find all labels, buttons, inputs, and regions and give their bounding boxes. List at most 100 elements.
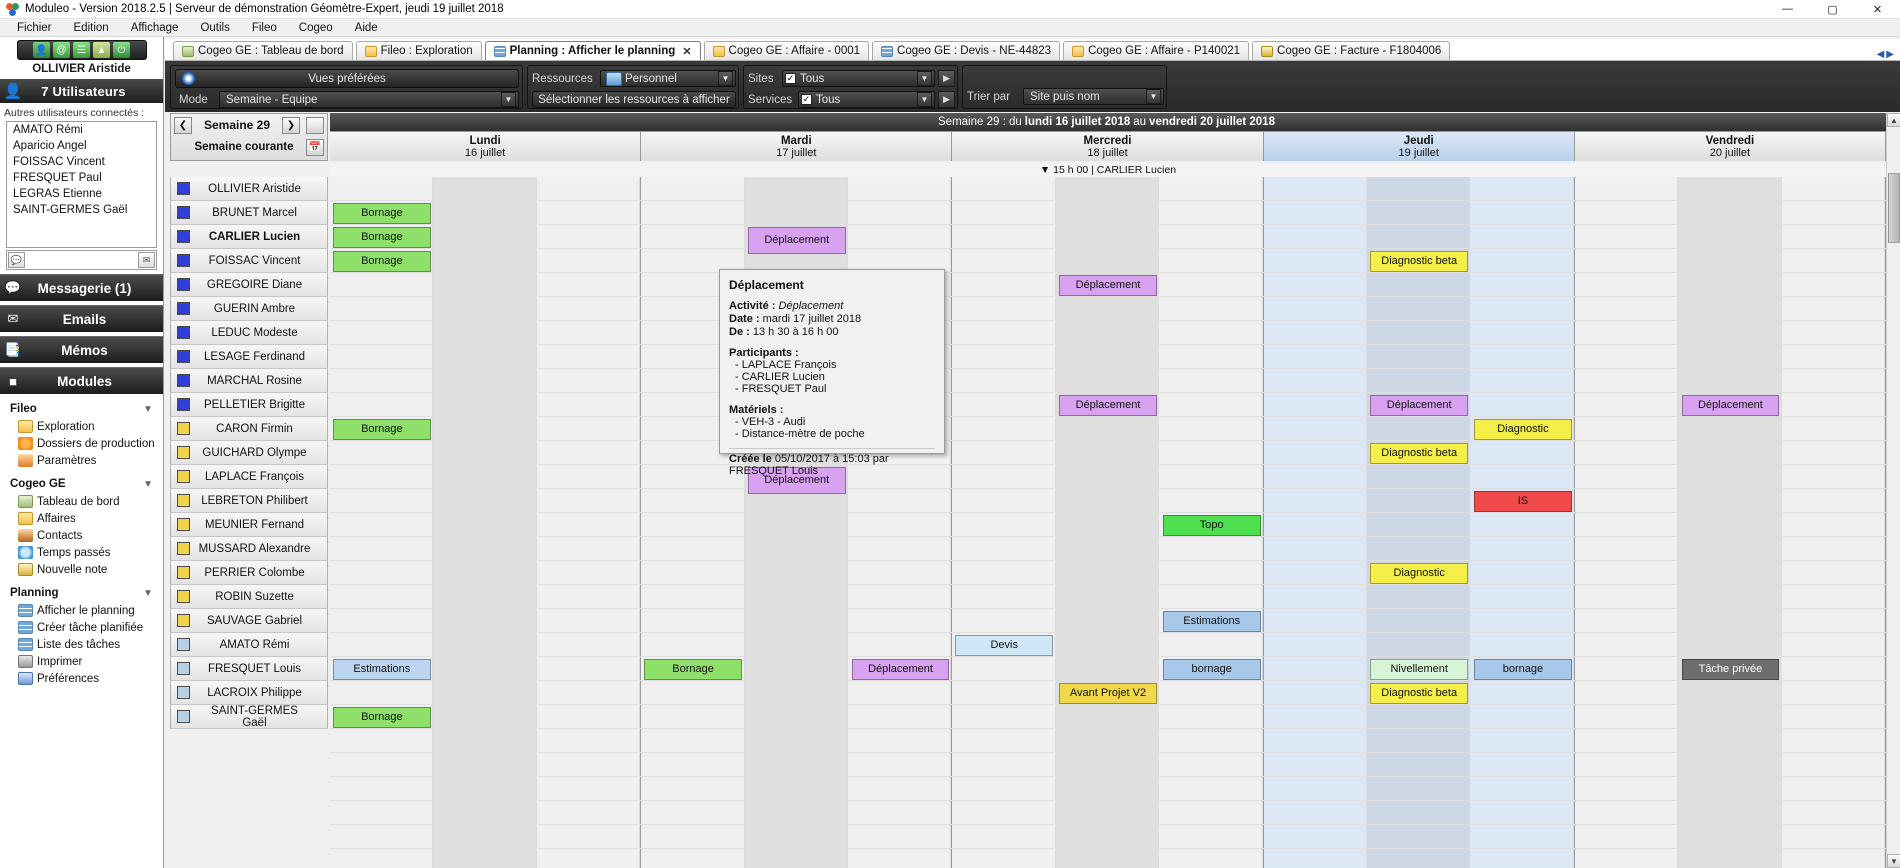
- sidebar-item-exploration[interactable]: Exploration: [0, 418, 163, 435]
- calendar-event[interactable]: Déplacement: [852, 659, 950, 680]
- resource-row[interactable]: BRUNET Marcel: [170, 201, 328, 225]
- tab-cogeo-facture-f1804006[interactable]: Cogeo GE : Facture - F1804006: [1252, 41, 1450, 60]
- sidebar-item-tableau-de-bord[interactable]: Tableau de bord: [0, 493, 163, 510]
- scrollbar-thumb[interactable]: [1888, 173, 1900, 243]
- power-icon[interactable]: ⏻: [113, 42, 130, 58]
- sites-checkbox[interactable]: ✓: [785, 73, 796, 84]
- calendar-event[interactable]: Déplacement: [748, 227, 846, 254]
- calendar-event[interactable]: Bornage: [333, 227, 431, 248]
- planning-grid[interactable]: Bornage Bornage Bornage Bornage Estimations B…: [330, 177, 1886, 868]
- connected-users-list[interactable]: AMATO Rémi Aparicio Angel FOISSAC Vincen…: [6, 121, 157, 248]
- resources-select[interactable]: Personnel ▼: [600, 70, 736, 87]
- resource-row[interactable]: FRESQUET Louis: [170, 657, 328, 681]
- tab-cogeo-affaire-0001[interactable]: Cogeo GE : Affaire - 0001: [704, 41, 869, 60]
- menu-edition[interactable]: Edition: [63, 19, 120, 37]
- calendar-event[interactable]: Déplacement: [1370, 395, 1468, 416]
- tab-cogeo-affaire-p140021[interactable]: Cogeo GE : Affaire - P140021: [1063, 41, 1249, 60]
- resource-row[interactable]: GUICHARD Olympe: [170, 441, 328, 465]
- current-week-button[interactable]: Semaine courante: [171, 141, 303, 153]
- tab-cogeo-tableau-de-bord[interactable]: Cogeo GE : Tableau de bord: [173, 41, 353, 60]
- sidebar-bar-emails[interactable]: ✉ Emails: [0, 305, 163, 332]
- close-button[interactable]: ✕: [1855, 0, 1900, 19]
- calendar-event[interactable]: Bornage: [333, 203, 431, 224]
- chevron-down-icon[interactable]: ▼: [143, 404, 153, 415]
- services-checkbox[interactable]: ✓: [801, 94, 812, 105]
- resource-row[interactable]: MARCHAL Rosine: [170, 369, 328, 393]
- chevron-down-icon[interactable]: ▼: [917, 71, 932, 86]
- resource-row[interactable]: GUERIN Ambre: [170, 297, 328, 321]
- calendar-event[interactable]: Tâche privée: [1682, 659, 1780, 680]
- calendar-icon[interactable]: [306, 117, 324, 134]
- calendar-event[interactable]: Devis: [955, 635, 1053, 656]
- sidebar-section-fileo[interactable]: Fileo ▼: [0, 394, 163, 418]
- sidebar-item-affaires[interactable]: Affaires: [0, 510, 163, 527]
- sidebar-item-creer-tache-planifiee[interactable]: Créer tâche planifiée: [0, 619, 163, 636]
- calendar-event[interactable]: bornage: [1163, 659, 1261, 680]
- minimize-button[interactable]: —: [1765, 0, 1810, 19]
- at-icon[interactable]: @: [53, 42, 70, 58]
- send-message-icon[interactable]: ✉: [138, 252, 155, 268]
- calendar-event[interactable]: Diagnostic beta: [1370, 443, 1468, 464]
- close-icon[interactable]: ✕: [682, 45, 691, 58]
- sidebar-item-temps-passes[interactable]: Temps passés: [0, 544, 163, 561]
- sidebar-bar-messagerie[interactable]: 💬 Messagerie (1): [0, 274, 163, 301]
- resource-row[interactable]: AMATO Rémi: [170, 633, 328, 657]
- resource-row[interactable]: PERRIER Colombe: [170, 561, 328, 585]
- tab-planning-afficher-le-planning[interactable]: Planning : Afficher le planning ✕: [485, 41, 701, 60]
- list-item[interactable]: SAINT-GERMES Gaël: [7, 202, 156, 218]
- tab-cogeo-devis-ne-44823[interactable]: Cogeo GE : Devis - NE-44823: [872, 41, 1060, 60]
- calendar-event[interactable]: Diagnostic: [1474, 419, 1572, 440]
- calendar-event[interactable]: Diagnostic beta: [1370, 251, 1468, 272]
- preferred-views-button[interactable]: Vues préférées: [175, 69, 519, 88]
- tab-scroll-left-icon[interactable]: ◀: [1877, 49, 1885, 60]
- calendar-event[interactable]: Bornage: [333, 419, 431, 440]
- list-item[interactable]: AMATO Rémi: [7, 122, 156, 138]
- vertical-scrollbar[interactable]: ▲ ▼: [1886, 113, 1900, 868]
- resource-row[interactable]: ROBIN Suzette: [170, 585, 328, 609]
- sites-expand-button[interactable]: ▶: [938, 70, 955, 87]
- resource-row[interactable]: CARON Firmin: [170, 417, 328, 441]
- chevron-down-icon[interactable]: ▼: [501, 92, 516, 107]
- resource-row[interactable]: SAUVAGE Gabriel: [170, 609, 328, 633]
- chevron-down-icon[interactable]: ▼: [143, 588, 153, 599]
- day-header-mardi[interactable]: Mardi 17 juillet: [641, 131, 952, 161]
- tab-fileo-exploration[interactable]: Fileo : Exploration: [356, 41, 482, 60]
- menu-affichage[interactable]: Affichage: [120, 19, 190, 37]
- sidebar-section-planning[interactable]: Planning ▼: [0, 578, 163, 602]
- resource-row[interactable]: PELLETIER Brigitte: [170, 393, 328, 417]
- resource-row[interactable]: SAINT-GERMES Gaël: [170, 705, 328, 729]
- day-header-mercredi[interactable]: Mercredi 18 juillet: [952, 131, 1263, 161]
- day-header-lundi[interactable]: Lundi 16 juillet: [330, 131, 641, 161]
- resource-row[interactable]: LESAGE Ferdinand: [170, 345, 328, 369]
- calendar-event[interactable]: Déplacement: [1059, 275, 1157, 296]
- menu-outils[interactable]: Outils: [189, 19, 240, 37]
- map-icon[interactable]: ▲: [93, 42, 110, 58]
- mode-select[interactable]: Semaine - Equipe ▼: [219, 91, 519, 108]
- resource-row[interactable]: MUSSARD Alexandre: [170, 537, 328, 561]
- maximize-button[interactable]: ▢: [1810, 0, 1855, 19]
- day-header-jeudi[interactable]: Jeudi 19 juillet: [1264, 131, 1575, 161]
- resource-row[interactable]: OLLIVIER Aristide: [170, 177, 328, 201]
- calendar-event[interactable]: Bornage: [644, 659, 742, 680]
- select-resources-button[interactable]: Sélectionner les ressources à afficher: [532, 91, 736, 108]
- resource-row[interactable]: LACROIX Philippe: [170, 681, 328, 705]
- scroll-up-icon[interactable]: ▲: [1887, 113, 1900, 127]
- sidebar-item-dossiers-production[interactable]: Dossiers de production: [0, 435, 163, 452]
- sidebar-section-cogeo-ge[interactable]: Cogeo GE ▼: [0, 469, 163, 493]
- menu-cogeo[interactable]: Cogeo: [288, 19, 344, 37]
- calendar-event[interactable]: Bornage: [333, 251, 431, 272]
- calendar-event[interactable]: Estimations: [333, 659, 431, 680]
- next-week-button[interactable]: ❯: [282, 117, 300, 134]
- user-icon[interactable]: 👤: [33, 42, 50, 58]
- list-item[interactable]: FRESQUET Paul: [7, 170, 156, 186]
- chevron-down-icon[interactable]: ▼: [1146, 89, 1161, 104]
- calendar-event[interactable]: Diagnostic beta: [1370, 683, 1468, 704]
- calendar-event[interactable]: Topo: [1163, 515, 1261, 536]
- calendar-event[interactable]: IS: [1474, 491, 1572, 512]
- menu-fichier[interactable]: Fichier: [6, 19, 63, 37]
- chevron-down-icon[interactable]: ▼: [917, 92, 932, 107]
- sidebar-item-liste-des-taches[interactable]: Liste des tâches: [0, 636, 163, 653]
- menu-fileo[interactable]: Fileo: [241, 19, 288, 37]
- sidebar-item-parametres[interactable]: Paramètres: [0, 452, 163, 469]
- sort-select[interactable]: Site puis nom ▼: [1023, 88, 1164, 105]
